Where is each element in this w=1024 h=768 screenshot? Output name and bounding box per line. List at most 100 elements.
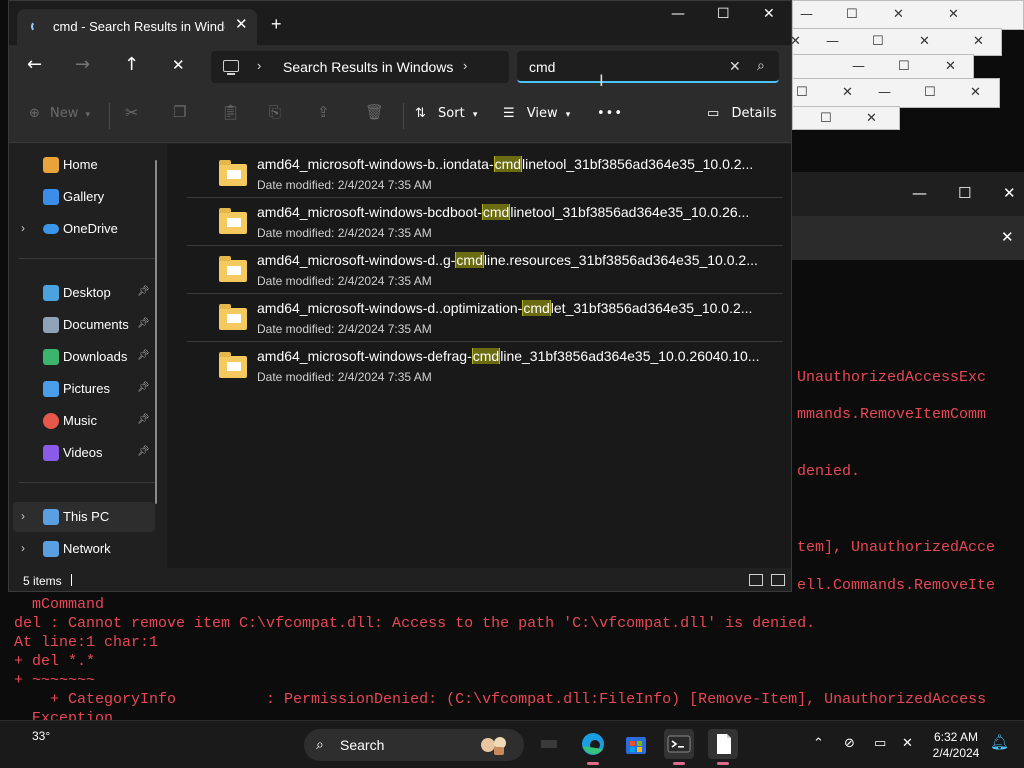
delete-icon[interactable]: 🗑︎ [365,105,384,120]
cut-icon[interactable]: ✂ [125,105,138,121]
large-icons-view-icon[interactable] [771,574,785,586]
sidebar-item-documents[interactable]: Documents 📌︎ [9,310,159,340]
pin-icon: 📌︎ [137,446,150,457]
expand-chevron-icon[interactable]: › [21,509,25,523]
search-highlight: cmd [481,204,511,220]
expand-chevron-icon[interactable]: › [21,221,25,235]
text-cursor-icon: I [599,71,604,90]
expand-chevron-icon[interactable]: › [21,541,25,555]
pictures-icon [43,381,59,397]
taskbar-search[interactable]: ⌕ Search [304,729,524,761]
details-pane-icon: ▭ [707,106,720,121]
terminal-app-icon[interactable] [664,729,694,765]
sidebar-item-onedrive[interactable]: › OneDrive [9,214,159,244]
weather-widget[interactable]: 33° [32,729,50,743]
forward-button[interactable]: → [75,56,90,74]
documents-icon [43,317,59,333]
minimize-button[interactable]: — [671,7,685,21]
terminal-close-button[interactable]: ✕ [1003,186,1016,201]
status-separator [71,574,72,586]
display-icon[interactable]: ▭ [874,737,886,750]
details-view-icon[interactable] [749,574,763,586]
tab-close-icon[interactable]: ✕ [235,17,248,32]
nav-divider [19,482,157,483]
sidebar-item-this-pc[interactable]: › This PC [13,502,155,532]
date-modified: Date modified: 2/4/2024 7:35 AM [257,274,432,288]
sidebar-item-label: Gallery [63,189,105,204]
close-button[interactable]: ✕ [763,7,775,21]
breadcrumb[interactable]: Search Results in Windows [283,59,453,75]
terminal-tab-strip [792,216,1024,260]
network-disconnected-icon[interactable]: ⊘ [844,737,855,750]
breadcrumb-chevron-icon[interactable]: › [257,58,261,73]
videos-icon [43,445,59,461]
pin-icon: 📌︎ [137,318,150,329]
up-button[interactable]: ↑ [124,56,139,74]
sidebar-scrollbar[interactable] [155,160,157,504]
terminal-tab-close-button[interactable]: ✕ [1001,230,1014,245]
explorer-tab[interactable]: cmd - Search Results in Windo ✕ [17,9,257,45]
terminal-output-line: At line:1 char:1 [14,634,159,651]
show-hidden-icons-chevron-icon[interactable]: ⌃ [813,737,824,750]
rename-icon[interactable]: ⎘ [269,105,281,120]
share-icon[interactable]: ⇪ [317,105,330,120]
volume-muted-icon[interactable]: ✕ [902,737,913,750]
new-button[interactable]: ⊕ New ▾ [29,107,90,120]
search-box[interactable]: ✕ ⌕ [517,51,779,83]
details-button[interactable]: ▭ Details [707,107,777,120]
file-name: amd64_microsoft-windows-defrag-cmdline_3… [257,348,760,364]
search-input[interactable] [529,57,709,77]
task-view-icon[interactable] [534,729,564,759]
clear-search-icon[interactable]: ✕ [729,58,741,75]
notepad-icon[interactable] [708,729,738,765]
maximize-button[interactable]: ☐ [717,7,730,21]
back-button[interactable]: ← [27,56,42,74]
sidebar-item-network[interactable]: › Network [9,534,159,564]
edge-icon[interactable] [578,729,608,765]
sidebar-item-label: Network [63,541,111,556]
sidebar-item-music[interactable]: Music 📌︎ [9,406,159,436]
sidebar-item-videos[interactable]: Videos 📌︎ [9,438,159,468]
stop-button[interactable]: ✕ [172,58,185,73]
clock[interactable]: 6:32 AM 2/4/2024 [926,729,986,761]
pin-icon: 📌︎ [137,414,150,425]
list-item[interactable]: amd64_microsoft-windows-b..iondata-cmdli… [187,150,783,198]
list-item[interactable]: amd64_microsoft-windows-defrag-cmdline_3… [187,342,783,390]
breadcrumb-chevron-icon[interactable]: › [463,58,467,73]
file-explorer-window[interactable]: cmd - Search Results in Windo ✕ + — ☐ ✕ … [8,0,792,592]
clock-date: 2/4/2024 [932,746,980,760]
search-icon[interactable]: ⌕ [757,57,765,74]
sidebar-item-desktop[interactable]: Desktop 📌︎ [9,278,159,308]
list-item[interactable]: amd64_microsoft-windows-d..g-cmdline.res… [187,246,783,294]
copy-icon[interactable]: ❐ [173,105,186,120]
paste-icon[interactable]: 📋︎ [221,105,240,120]
music-icon [43,413,59,429]
terminal-maximize-button[interactable]: ☐ [958,186,971,201]
sidebar-item-downloads[interactable]: Downloads 📌︎ [9,342,159,372]
status-bar: 5 items [9,568,791,591]
sidebar-item-label: Home [63,157,98,172]
desktop-icon [43,285,59,301]
sidebar-item-gallery[interactable]: Gallery [9,182,159,212]
more-options-button[interactable]: ••• [597,107,623,120]
view-button-label: View [526,106,558,121]
folder-icon [219,304,247,330]
list-item[interactable]: amd64_microsoft-windows-d..optimization-… [187,294,783,342]
sidebar-item-home[interactable]: Home [9,150,159,180]
list-item[interactable]: amd64_microsoft-windows-bcdboot-cmdlinet… [187,198,783,246]
search-highlight: cmd [522,300,551,316]
pc-icon [43,509,59,525]
computer-icon [223,60,239,75]
terminal-minimize-button[interactable]: — [912,186,927,201]
store-icon[interactable] [621,729,651,759]
search-icon: ⌕ [316,736,324,752]
address-bar[interactable]: › Search Results in Windows › [211,51,509,83]
sidebar-item-pictures[interactable]: Pictures 📌︎ [9,374,159,404]
sort-button[interactable]: ⇅ Sort ▾ [415,107,477,120]
view-button[interactable]: ☰ View ▾ [503,107,570,120]
notification-bell-icon[interactable]: 🔔︎ [990,735,1009,750]
new-tab-button[interactable]: + [271,15,282,33]
sidebar-item-label: Music [63,413,97,428]
background-window-minimize-icon: — [852,59,865,74]
file-name: amd64_microsoft-windows-d..optimization-… [257,300,753,316]
